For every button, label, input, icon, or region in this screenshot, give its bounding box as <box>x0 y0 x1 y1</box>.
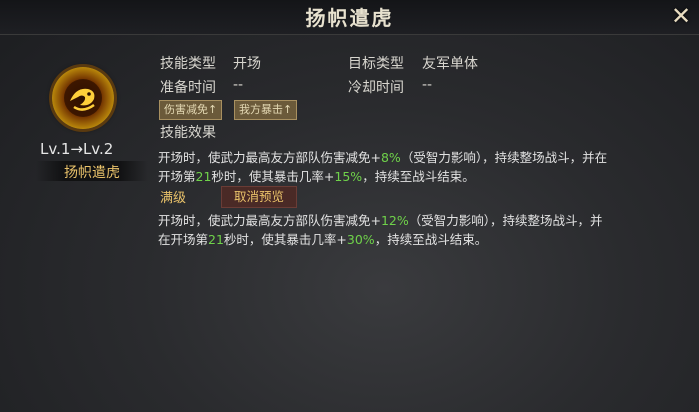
dialog-title: 扬帜遣虎 <box>305 6 394 30</box>
skill-level-text: Lv.1→Lv.2 <box>40 140 114 158</box>
target-type-label: 目标类型 <box>348 56 404 72</box>
current-effect-text: 开场时，使武力最高友方部队伤害减免+8%（受智力影响），持续整场战斗，并在 开场… <box>158 150 608 184</box>
cancel-preview-button[interactable]: 取消预览 <box>221 186 297 208</box>
skill-type-label: 技能类型 <box>160 56 216 72</box>
prep-time-value: -- <box>233 77 244 93</box>
tag-crit-up[interactable]: 我方暴击↑ <box>234 100 298 120</box>
skill-type-value: 开场 <box>233 56 261 72</box>
max-level-effect-text: 开场时，使武力最高友方部队伤害减免+12%（受智力影响），持续整场战斗，并 在开… <box>158 213 603 247</box>
target-type-value: 友军单体 <box>422 56 478 72</box>
tag-damage-reduction[interactable]: 伤害减免↑ <box>159 100 223 120</box>
skill-emblem-icon <box>52 67 114 129</box>
title-bar: 扬帜遣虎 ✕ <box>0 0 699 35</box>
close-icon[interactable]: ✕ <box>669 4 693 28</box>
cooldown-value: -- <box>422 77 433 93</box>
skill-effect-label: 技能效果 <box>160 125 216 141</box>
skill-name: 扬帜遣虎 <box>64 165 120 181</box>
cooldown-label: 冷却时间 <box>348 80 404 96</box>
prep-time-label: 准备时间 <box>160 80 216 96</box>
max-level-label: 满级 <box>160 191 187 206</box>
